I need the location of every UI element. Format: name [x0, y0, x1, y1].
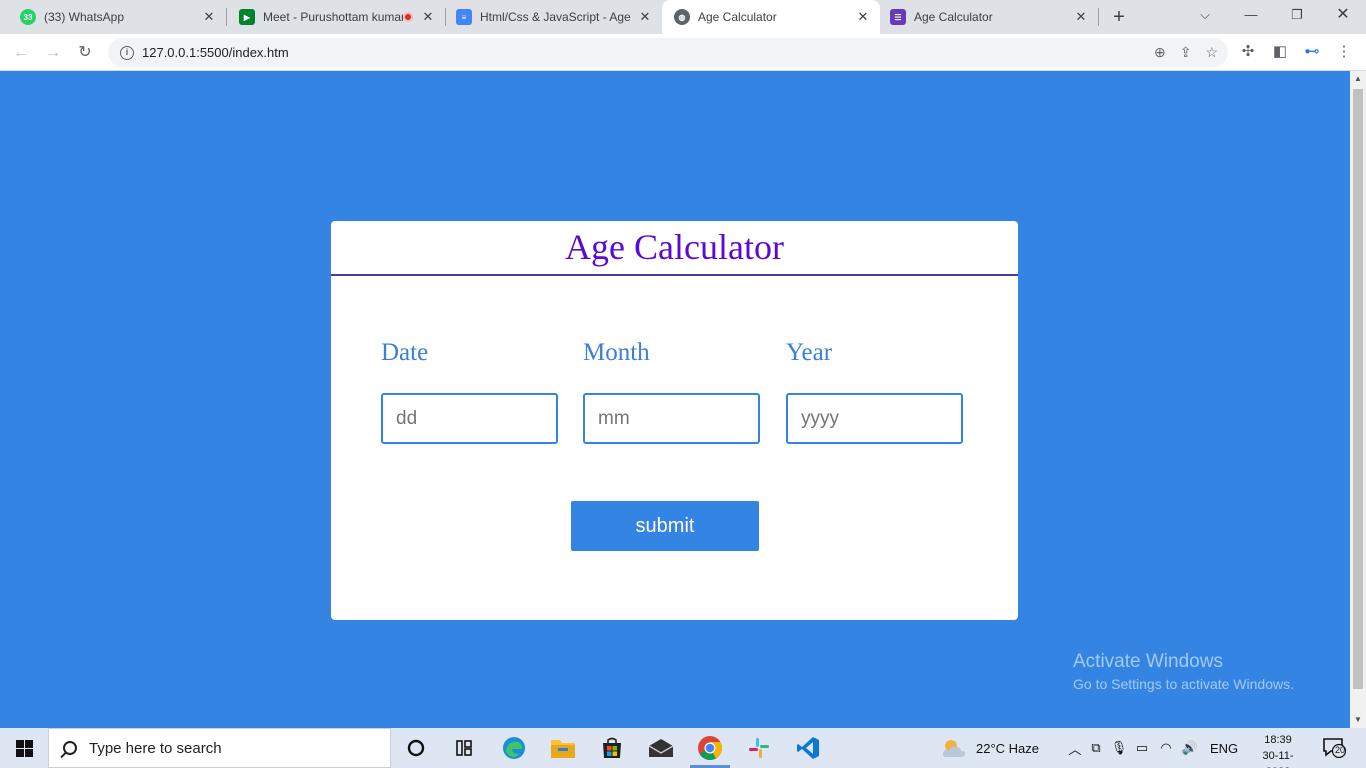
tab-title: Meet - Purushottam kumar	[263, 10, 403, 24]
tab-search-chevron-icon[interactable]: ⌵	[1182, 0, 1228, 30]
recording-icon	[403, 12, 413, 22]
clock-date: 30-11-2022	[1262, 750, 1294, 768]
date-input[interactable]	[381, 393, 558, 444]
menu-kebab-icon[interactable]: ⋮	[1328, 42, 1360, 60]
google-meet-icon: ▶	[239, 9, 255, 25]
google-docs-icon: ≡	[456, 9, 472, 25]
slack-icon[interactable]	[735, 728, 783, 768]
activate-windows-watermark: Activate Windows Go to Settings to activ…	[1073, 651, 1294, 692]
address-bar[interactable]: i 127.0.0.1:5500/index.htm ⊕ ⇪ ☆	[108, 38, 1228, 67]
tab-title: Html/Css & JavaScript - Age	[480, 10, 631, 24]
url-text[interactable]: 127.0.0.1:5500/index.htm	[142, 45, 289, 60]
clock-time: 18:39	[1264, 734, 1292, 746]
profile-icon[interactable]: ⊷	[1296, 42, 1328, 60]
close-tab-icon[interactable]: ✕	[854, 9, 872, 25]
minimize-button[interactable]: —	[1228, 0, 1274, 30]
weather-cloud-sun-icon	[942, 740, 966, 757]
globe-icon: ◍	[674, 9, 690, 25]
search-placeholder: Type here to search	[89, 739, 222, 757]
tab-title: Age Calculator	[698, 10, 777, 24]
weather-text: 22°C Haze	[976, 740, 1040, 756]
clock[interactable]: 18:39 30-11-2022	[1252, 732, 1304, 768]
bookmark-star-icon[interactable]: ☆	[1205, 44, 1218, 61]
page-title: Age Calculator	[331, 221, 1018, 276]
close-window-button[interactable]: ✕	[1320, 0, 1366, 30]
age-calculator-card: Age Calculator Date Month Year submit	[331, 221, 1018, 620]
month-label: Month	[583, 339, 650, 366]
close-tab-icon[interactable]: ✕	[636, 9, 654, 25]
mail-icon[interactable]	[637, 728, 685, 768]
microphone-icon[interactable]: 🎙	[1108, 740, 1130, 756]
file-explorer-icon[interactable]	[539, 728, 587, 768]
share-icon[interactable]: ⇪	[1180, 44, 1192, 61]
whatsapp-icon: 33	[20, 9, 36, 25]
edge-icon[interactable]	[490, 728, 538, 768]
extensions-puzzle-icon[interactable]: ✣	[1232, 42, 1264, 60]
tab-age-calculator-active[interactable]: ◍ Age Calculator ✕	[662, 0, 880, 34]
windows-taskbar: Type here to search 22°C Haze ︿ ⧉ 🎙 ▭ ◠ …	[0, 728, 1366, 768]
chrome-icon[interactable]	[686, 728, 734, 768]
date-label: Date	[381, 339, 429, 366]
year-input[interactable]	[786, 393, 963, 444]
forward-arrow-icon[interactable]: →	[40, 40, 66, 66]
scroll-down-arrow-icon[interactable]: ▼	[1350, 715, 1366, 724]
google-forms-icon: ☰	[890, 9, 906, 25]
side-panel-icon[interactable]: ◧	[1264, 42, 1296, 60]
scrollbar-thumb[interactable]	[1353, 89, 1363, 689]
close-tab-icon[interactable]: ✕	[1072, 9, 1090, 25]
notification-count: 20	[1334, 745, 1345, 755]
chevron-up-icon[interactable]: ︿	[1066, 739, 1084, 758]
tab-title: Age Calculator	[914, 10, 993, 24]
tab-title: (33) WhatsApp	[44, 10, 125, 24]
search-icon	[63, 741, 77, 755]
tab-docs[interactable]: ≡ Html/Css & JavaScript - Age ✕	[446, 0, 662, 34]
weather-widget[interactable]: 22°C Haze	[940, 728, 1039, 768]
tab-forms[interactable]: ☰ Age Calculator ✕	[880, 0, 1098, 34]
tab-meet[interactable]: ▶ Meet - Purushottam kumar ✕	[227, 0, 445, 34]
reload-icon[interactable]: ↻	[72, 40, 98, 66]
microsoft-store-icon[interactable]	[588, 728, 636, 768]
vscode-icon[interactable]	[784, 728, 832, 768]
vertical-scrollbar[interactable]: ▲ ▼	[1350, 71, 1366, 728]
watermark-subtitle: Go to Settings to activate Windows.	[1073, 676, 1294, 692]
windows-start-icon[interactable]	[0, 728, 48, 768]
browser-toolbar: ← → ↻ i 127.0.0.1:5500/index.htm ⊕ ⇪ ☆ ✣…	[0, 34, 1366, 71]
browser-tab-strip: 33 (33) WhatsApp ✕ ▶ Meet - Purushottam …	[0, 0, 1366, 34]
close-tab-icon[interactable]: ✕	[419, 9, 437, 25]
watermark-title: Activate Windows	[1073, 651, 1223, 672]
info-icon[interactable]: i	[120, 45, 134, 60]
task-view-icon[interactable]	[440, 728, 488, 768]
year-label: Year	[786, 339, 833, 366]
taskbar-search-box[interactable]: Type here to search	[48, 728, 391, 768]
new-tab-button[interactable]: +	[1106, 4, 1132, 30]
language-indicator[interactable]: ENG	[1210, 741, 1238, 756]
restore-button[interactable]: ❐	[1274, 0, 1320, 30]
close-tab-icon[interactable]: ✕	[200, 9, 218, 25]
cortana-icon[interactable]	[392, 728, 440, 768]
month-input[interactable]	[583, 393, 760, 444]
volume-icon[interactable]: 🔊	[1178, 740, 1202, 756]
wifi-icon[interactable]: ◠	[1154, 740, 1178, 756]
zoom-icon[interactable]: ⊕	[1154, 44, 1166, 61]
notification-center-icon[interactable]: 20	[1322, 738, 1347, 759]
scroll-up-arrow-icon[interactable]: ▲	[1350, 74, 1366, 83]
back-arrow-icon[interactable]: ←	[8, 40, 34, 66]
meet-tray-icon[interactable]: ⧉	[1084, 740, 1108, 756]
battery-icon[interactable]: ▭	[1130, 740, 1154, 756]
tab-whatsapp[interactable]: 33 (33) WhatsApp ✕	[0, 0, 226, 34]
submit-button[interactable]: submit	[571, 501, 759, 551]
system-tray: ︿ ⧉ 🎙 ▭ ◠ 🔊 ENG	[1066, 728, 1238, 768]
tab-separator	[1098, 8, 1099, 26]
